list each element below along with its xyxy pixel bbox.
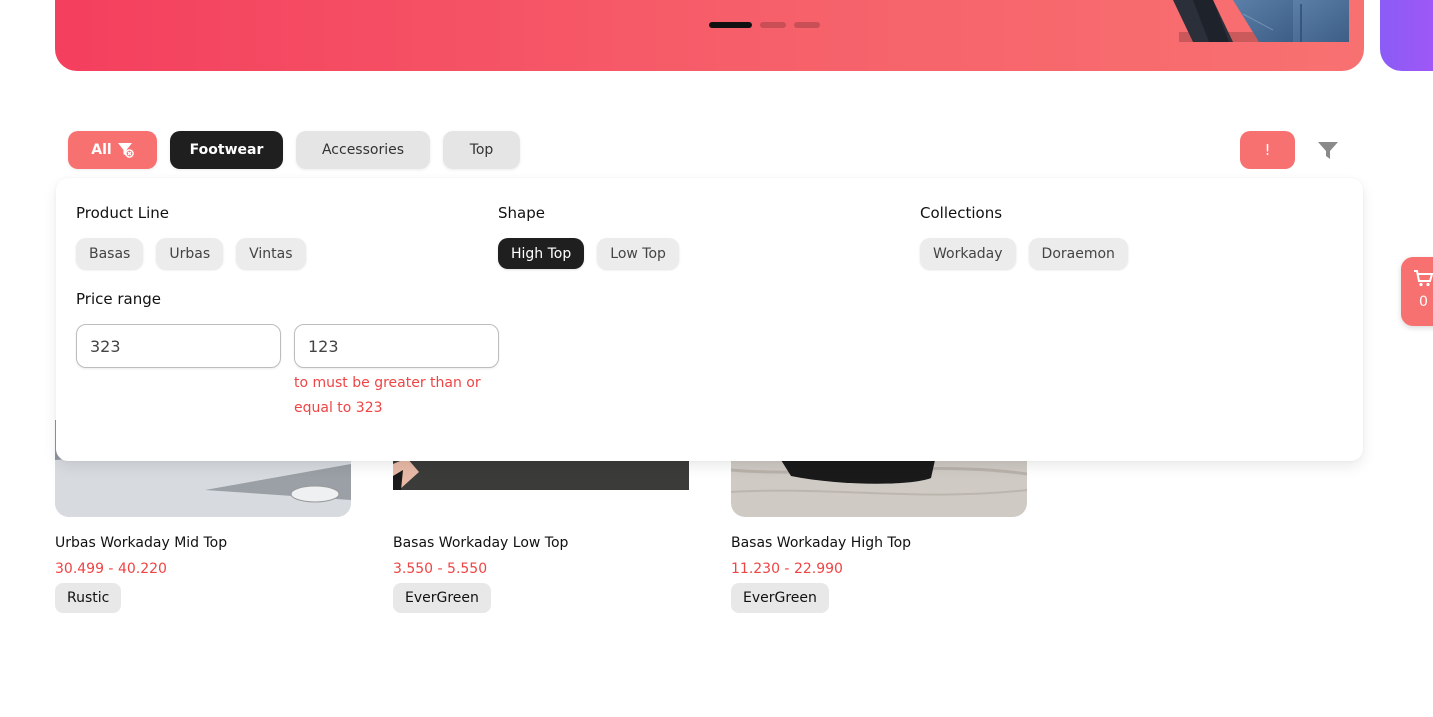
product-name[interactable]: Basas Workaday High Top bbox=[731, 535, 911, 551]
product-line-option-basas[interactable]: Basas bbox=[76, 238, 144, 269]
shape-options: High Top Low Top bbox=[498, 238, 679, 269]
category-all-button[interactable]: All bbox=[68, 131, 157, 169]
product-line-title: Product Line bbox=[76, 204, 169, 222]
banner-jeans-image bbox=[1173, 0, 1349, 42]
shape-option-low-top[interactable]: Low Top bbox=[597, 238, 679, 269]
cart-icon bbox=[1414, 270, 1433, 287]
shape-option-high-top[interactable]: High Top bbox=[498, 238, 585, 269]
collections-options: Workaday Doraemon bbox=[920, 238, 1128, 269]
alert-button[interactable]: ! bbox=[1240, 131, 1295, 169]
cart-tab[interactable]: 0 bbox=[1401, 257, 1433, 326]
collection-option-workaday[interactable]: Workaday bbox=[920, 238, 1016, 269]
product-tag: Rustic bbox=[55, 583, 122, 613]
product-tag: EverGreen bbox=[393, 583, 491, 613]
collections-title: Collections bbox=[920, 204, 1003, 222]
price-range-error: to must be greater than or equal to 323 bbox=[294, 375, 481, 416]
price-to-input[interactable] bbox=[294, 324, 499, 368]
category-filter-bar: All Footwear Accessories Top bbox=[68, 131, 520, 169]
category-all-label: All bbox=[91, 142, 112, 158]
category-accessories-button[interactable]: Accessories bbox=[296, 131, 430, 169]
collection-option-doraemon[interactable]: Doraemon bbox=[1028, 238, 1128, 269]
carousel-dot-1[interactable] bbox=[709, 22, 752, 28]
carousel-dot-2[interactable] bbox=[760, 22, 786, 28]
page: All Footwear Accessories Top ! Product L… bbox=[0, 0, 1433, 717]
price-from-input[interactable] bbox=[76, 324, 281, 368]
product-tag: EverGreen bbox=[731, 583, 829, 613]
carousel-dots bbox=[709, 22, 820, 28]
product-price: 30.499 - 40.220 bbox=[55, 561, 167, 577]
product-name[interactable]: Urbas Workaday Mid Top bbox=[55, 535, 227, 551]
shape-title: Shape bbox=[498, 204, 545, 222]
category-footwear-button[interactable]: Footwear bbox=[170, 131, 283, 169]
product-line-options: Basas Urbas Vintas bbox=[76, 238, 306, 269]
product-name[interactable]: Basas Workaday Low Top bbox=[393, 535, 568, 551]
next-banner-peek[interactable] bbox=[1380, 0, 1433, 71]
filter-icon[interactable] bbox=[1316, 139, 1340, 161]
product-price: 3.550 - 5.550 bbox=[393, 561, 488, 577]
filter-clear-icon bbox=[117, 143, 134, 158]
filter-panel: Product Line Basas Urbas Vintas Shape Hi… bbox=[56, 178, 1363, 461]
product-price: 11.230 - 22.990 bbox=[731, 561, 843, 577]
hero-banner[interactable] bbox=[55, 0, 1364, 71]
product-line-option-urbas[interactable]: Urbas bbox=[156, 238, 224, 269]
cart-count: 0 bbox=[1419, 294, 1428, 310]
category-top-button[interactable]: Top bbox=[443, 131, 520, 169]
price-range-title: Price range bbox=[76, 290, 161, 308]
carousel-dot-3[interactable] bbox=[794, 22, 820, 28]
product-line-option-vintas[interactable]: Vintas bbox=[236, 238, 306, 269]
